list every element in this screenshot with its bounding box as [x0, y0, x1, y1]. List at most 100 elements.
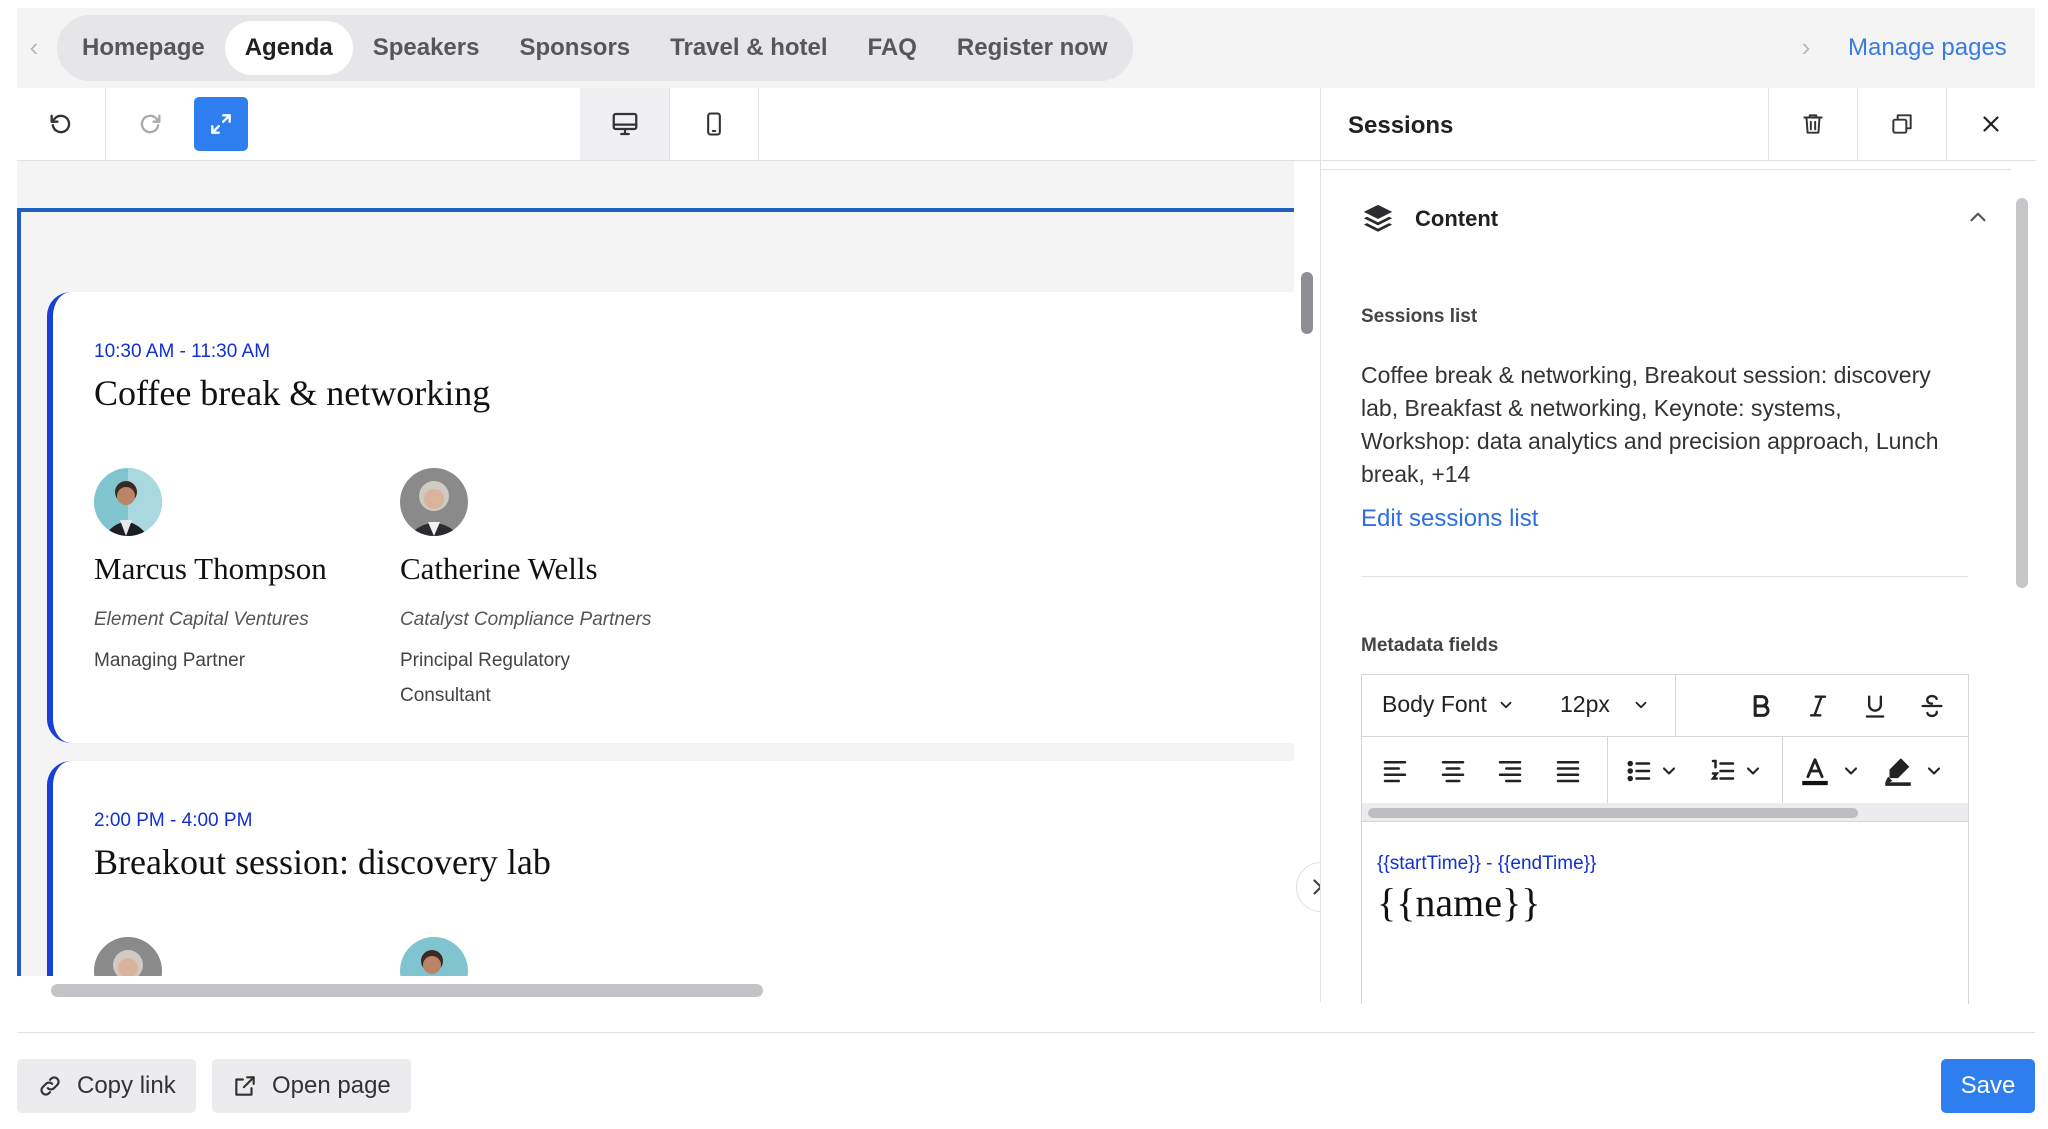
toolbar-separator	[1607, 737, 1608, 803]
content-section-header[interactable]: Content	[1361, 198, 1991, 238]
font-size-value: 12px	[1560, 691, 1610, 717]
desktop-icon	[612, 112, 637, 136]
bullet-list-icon[interactable]	[1624, 756, 1654, 786]
layers-icon	[1363, 204, 1393, 232]
chevron-down-icon[interactable]	[1743, 761, 1763, 781]
session-title: Breakout session: discovery lab	[94, 842, 551, 882]
numbered-list-icon[interactable]	[1708, 756, 1738, 786]
trash-icon	[1803, 114, 1823, 134]
chevron-up-icon[interactable]	[1965, 204, 1991, 230]
page-nav-bar: ‹ Homepage Agenda Speakers Sponsors Trav…	[17, 8, 2035, 88]
avatar	[94, 468, 162, 536]
nav-scroll-left-icon[interactable]: ‹	[23, 34, 45, 60]
toolbar-separator	[1782, 737, 1783, 803]
editor-toolbar-row-2	[1362, 737, 1968, 803]
save-button[interactable]: Save	[1941, 1059, 2035, 1113]
metadata-fields-label: Metadata fields	[1361, 635, 1499, 656]
page-tabs: Homepage Agenda Speakers Sponsors Travel…	[57, 15, 1133, 81]
chevron-down-icon[interactable]	[1841, 761, 1861, 781]
selected-block-outline-left	[17, 208, 21, 976]
rich-text-editor: Body Font 12px {{startTime}} - {{endTime…	[1361, 674, 1969, 1004]
toolbar-separator	[1675, 675, 1676, 737]
mobile-icon	[707, 112, 721, 136]
tab-faq[interactable]: FAQ	[848, 21, 937, 75]
speaker-company: Catalyst Compliance Partners	[400, 609, 652, 630]
delete-block-button[interactable]	[1768, 88, 1857, 160]
speaker-company: Element Capital Ventures	[94, 609, 309, 630]
chevron-down-icon	[1500, 701, 1512, 708]
panel-divider	[1321, 169, 2011, 170]
tab-travel-hotel[interactable]: Travel & hotel	[650, 21, 847, 75]
close-panel-button[interactable]	[1946, 88, 2035, 160]
open-page-button[interactable]: Open page	[212, 1059, 411, 1113]
tab-agenda[interactable]: Agenda	[224, 21, 353, 75]
sessions-list-value: Coffee break & networking, Breakout sess…	[1361, 362, 1939, 487]
preview-horizontal-scrollbar[interactable]	[51, 984, 763, 997]
chevron-down-icon[interactable]	[1924, 761, 1944, 781]
preview-vertical-scrollbar[interactable]	[1301, 272, 1313, 334]
selected-block-outline	[17, 208, 1294, 212]
bold-icon[interactable]	[1747, 692, 1775, 720]
sessions-list-label: Sessions list	[1361, 306, 1478, 327]
editor-body-divider	[1362, 821, 1968, 822]
editor-toolbar-scrollbar[interactable]	[1368, 808, 1858, 818]
editor-name-line[interactable]: {{name}}	[1377, 879, 1540, 926]
session-time: 10:30 AM - 11:30 AM	[94, 341, 271, 362]
mobile-view-button[interactable]	[670, 88, 758, 160]
chevron-down-icon	[1635, 701, 1647, 708]
tab-register-now[interactable]: Register now	[937, 21, 1128, 75]
duplicate-block-button[interactable]	[1857, 88, 1946, 160]
font-size-select[interactable]: 12px	[1560, 691, 1650, 718]
align-left-icon[interactable]	[1380, 756, 1410, 786]
copy-link-label: Copy link	[77, 1072, 176, 1099]
editor-toolbar-row-1: Body Font 12px	[1362, 675, 1968, 737]
session-title: Coffee break & networking	[94, 373, 491, 413]
toolbar-divider	[758, 88, 759, 160]
editor-toolbar	[17, 88, 1320, 161]
panel-scrollbar[interactable]	[2016, 198, 2028, 588]
align-justify-icon[interactable]	[1553, 756, 1583, 786]
fullscreen-button[interactable]	[194, 97, 248, 151]
nav-scroll-right-icon[interactable]: ›	[1795, 34, 1817, 60]
speaker-role: Managing Partner	[94, 650, 246, 671]
tab-sponsors[interactable]: Sponsors	[499, 21, 650, 75]
text-color-icon[interactable]	[1798, 754, 1832, 788]
redo-button[interactable]	[106, 88, 194, 160]
session-card[interactable]: 2:00 PM - 4:00 PM Breakout session: disc…	[47, 761, 1294, 976]
font-family-select[interactable]: Body Font	[1382, 691, 1515, 718]
page-preview-canvas[interactable]: 10:30 AM - 11:30 AM Coffee break & netwo…	[17, 161, 1294, 976]
align-center-icon[interactable]	[1438, 756, 1468, 786]
desktop-view-button[interactable]	[580, 88, 669, 160]
section-title: Content	[1415, 206, 1499, 231]
copy-link-button[interactable]: Copy link	[17, 1059, 196, 1113]
italic-icon[interactable]	[1804, 692, 1832, 720]
highlight-icon[interactable]	[1881, 754, 1915, 788]
edit-sessions-list-link[interactable]: Edit sessions list	[1361, 505, 1538, 533]
panel-title: Sessions	[1348, 112, 1454, 139]
speaker-name: Catherine Wells	[400, 551, 598, 586]
editor-meta-line[interactable]: {{startTime}} - {{endTime}}	[1377, 853, 1596, 875]
redo-icon	[140, 114, 161, 134]
footer-divider	[17, 1032, 2035, 1033]
tab-homepage[interactable]: Homepage	[62, 21, 225, 75]
section-divider	[1361, 576, 1968, 577]
undo-icon	[50, 114, 71, 134]
speaker-role: Principal Regulatory Consultant	[400, 650, 571, 706]
undo-button[interactable]	[17, 88, 105, 160]
session-time: 2:00 PM - 4:00 PM	[94, 810, 253, 831]
manage-pages-link[interactable]: Manage pages	[1848, 34, 2007, 62]
external-link-icon	[235, 1076, 255, 1096]
tab-speakers[interactable]: Speakers	[353, 21, 500, 75]
copy-icon	[1892, 114, 1912, 134]
panel-header: Sessions	[1321, 88, 2036, 161]
avatar	[400, 468, 468, 536]
chevron-down-icon[interactable]	[1659, 761, 1679, 781]
font-family-value: Body Font	[1382, 691, 1487, 717]
underline-icon[interactable]	[1861, 692, 1889, 720]
strikethrough-icon[interactable]	[1918, 692, 1946, 720]
speaker-name: Marcus Thompson	[94, 551, 327, 586]
open-page-label: Open page	[272, 1072, 391, 1099]
avatar	[94, 937, 162, 976]
session-card[interactable]: 10:30 AM - 11:30 AM Coffee break & netwo…	[47, 292, 1294, 743]
align-right-icon[interactable]	[1495, 756, 1525, 786]
